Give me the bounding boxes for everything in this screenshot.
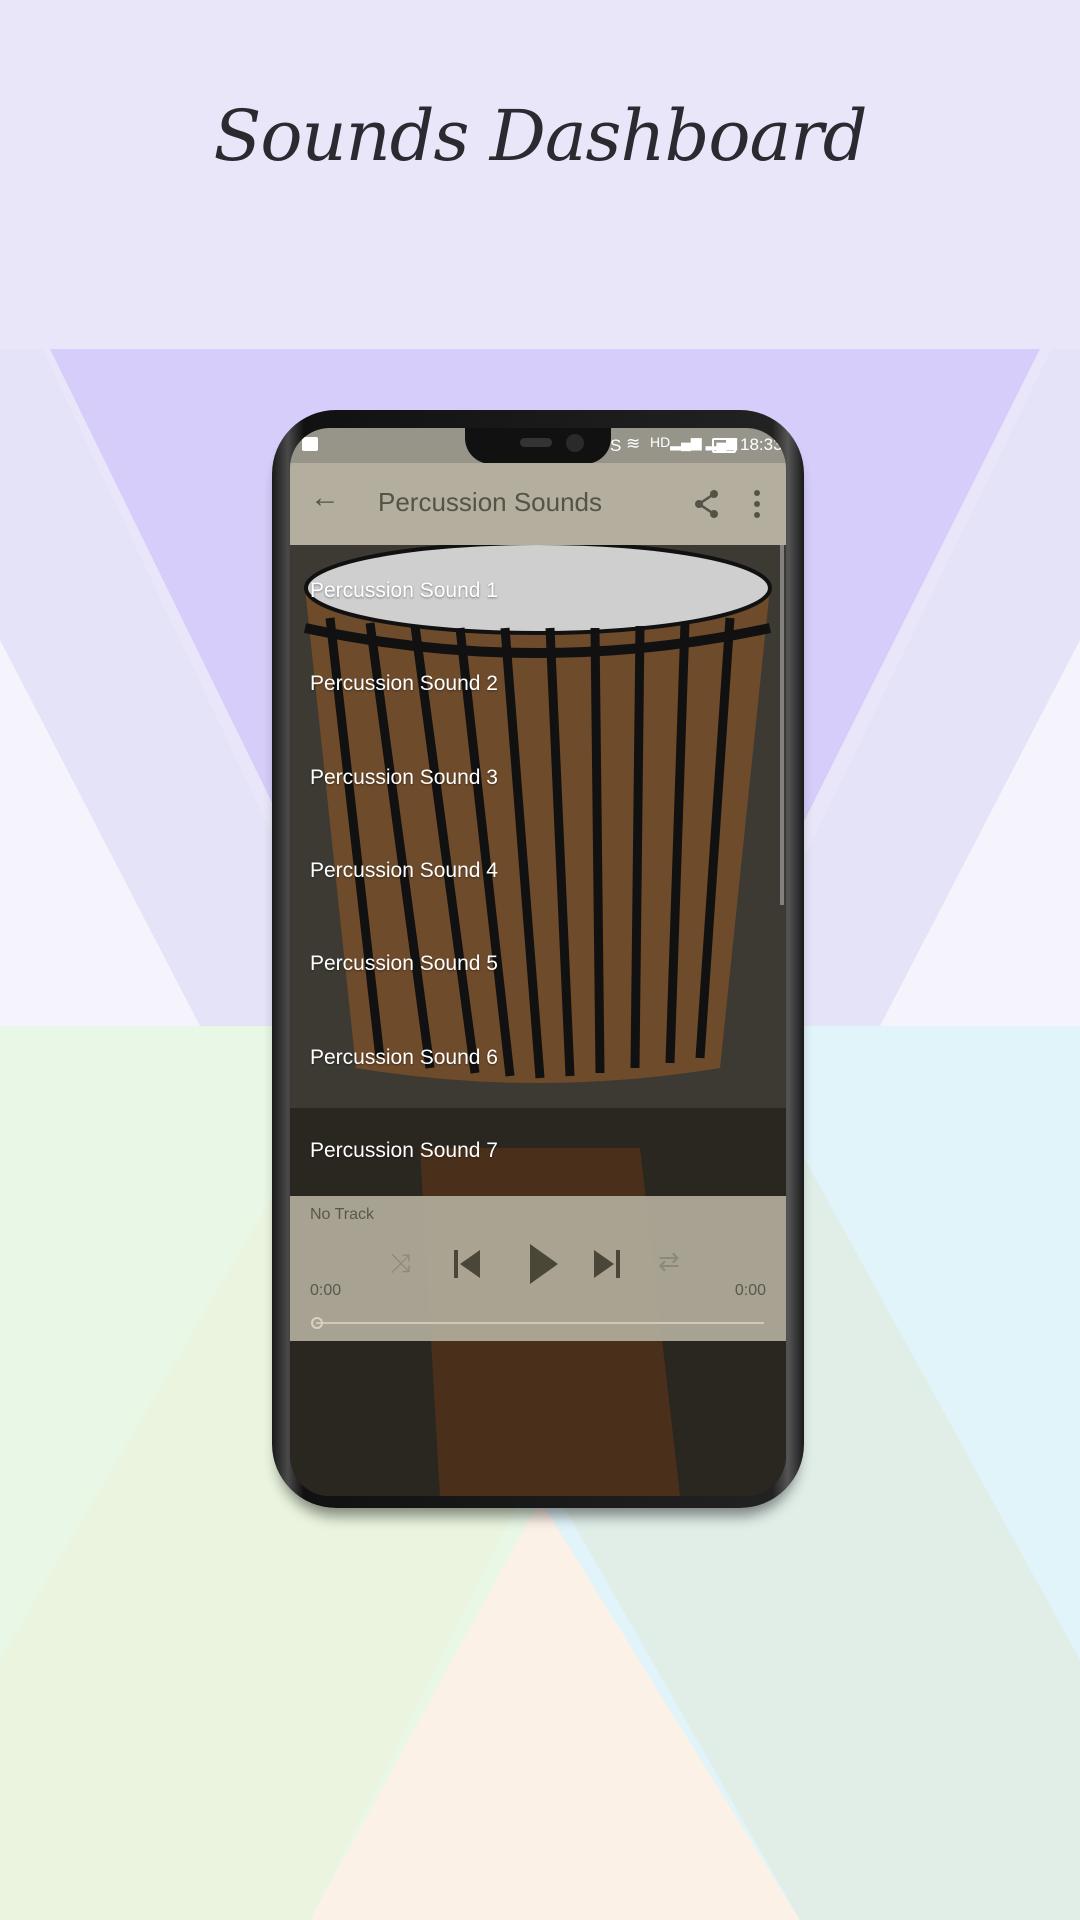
list-item[interactable]: Percussion Sound 4 xyxy=(310,859,498,883)
toolbar-title: Percussion Sounds xyxy=(378,487,603,517)
list-item[interactable]: Percussion Sound 7 xyxy=(310,1139,498,1163)
repeat-icon[interactable]: ⇄ xyxy=(658,1246,680,1277)
duration-time: 0:00 xyxy=(734,1282,766,1299)
sound-list: Percussion Sound 1 Percussion Sound 2 Pe… xyxy=(290,545,786,1196)
page-title: Sounds Dashboard xyxy=(213,95,867,177)
list-item[interactable]: Percussion Sound 3 xyxy=(310,766,498,790)
wifi-icon: ≋ xyxy=(626,434,641,453)
player-panel: No Track ⤨ ⇄ 0:00 0:00 xyxy=(290,1196,786,1341)
list-item[interactable]: Percussion Sound 1 xyxy=(310,579,498,603)
seek-thumb[interactable] xyxy=(311,1317,323,1329)
front-camera xyxy=(566,434,584,452)
shuffle-icon[interactable]: ⤨ xyxy=(390,1248,411,1280)
status-bar: S ≋ HD▂▄▆ ▂▄▆ 18:33 xyxy=(290,428,786,464)
share-icon[interactable] xyxy=(694,489,720,519)
list-item[interactable]: Percussion Sound 5 xyxy=(310,952,498,976)
back-arrow-icon[interactable]: ← xyxy=(310,481,340,515)
list-item[interactable]: Percussion Sound 2 xyxy=(310,672,498,696)
list-item[interactable]: Percussion Sound 6 xyxy=(310,1046,498,1070)
speaker-grille xyxy=(520,438,552,447)
phone-mockup: S ≋ HD▂▄▆ ▂▄▆ 18:33 ← Percussion Sounds … xyxy=(272,410,804,1508)
scrollbar[interactable] xyxy=(780,545,784,905)
previous-track-icon[interactable] xyxy=(454,1250,480,1278)
gallery-notification-icon xyxy=(302,437,318,451)
seek-bar[interactable] xyxy=(316,1322,764,1324)
camera-notch xyxy=(465,428,611,464)
battery-icon xyxy=(712,438,736,453)
carrier-indicator: S xyxy=(610,436,622,455)
app-toolbar: ← Percussion Sounds xyxy=(290,463,786,545)
more-options-icon[interactable] xyxy=(752,489,762,519)
track-name: No Track xyxy=(310,1206,375,1223)
play-icon[interactable] xyxy=(530,1244,558,1284)
next-track-icon[interactable] xyxy=(594,1250,620,1278)
elapsed-time: 0:00 xyxy=(310,1282,342,1299)
clock: 18:33 xyxy=(740,435,783,454)
app-screen: S ≋ HD▂▄▆ ▂▄▆ 18:33 ← Percussion Sounds … xyxy=(290,428,786,1496)
